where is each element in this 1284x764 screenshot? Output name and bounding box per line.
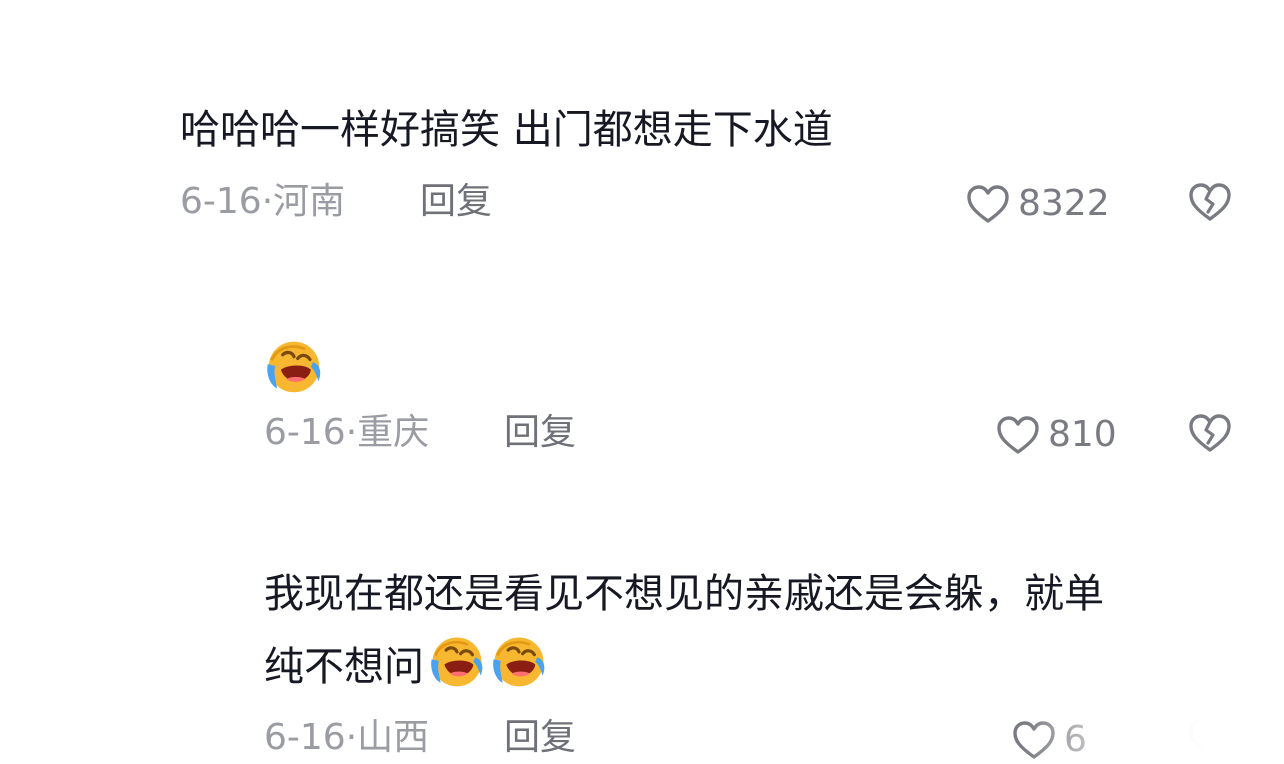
like-button[interactable]: 810 <box>994 411 1117 459</box>
fade-overlay <box>1024 712 1284 764</box>
comment-text: 哈哈哈一样好搞笑 出门都想走下水道 <box>180 107 833 153</box>
like-count: 810 <box>1048 414 1117 455</box>
reply-comment-item: 我现在都还是看见不想见的亲戚还是会躲，就单 纯不想问 6-16·山西 回复 6 <box>0 520 1284 764</box>
dislike-button[interactable] <box>1186 178 1234 226</box>
like-button[interactable]: 8322 <box>964 180 1110 228</box>
comment-date: 6-16 <box>264 717 346 758</box>
comment-text-line1: 我现在都还是看见不想见的亲戚还是会躲，就单 <box>264 571 1104 617</box>
comment-item: 哈哈哈一样好搞笑 出门都想走下水道 6-16·河南 回复 8322 <box>0 0 1284 260</box>
heart-outline-icon <box>964 180 1012 228</box>
meta-separator: · <box>345 717 358 758</box>
comment-location: 山西 <box>357 717 430 758</box>
broken-heart-icon <box>1186 409 1234 457</box>
crying-laughing-emoji <box>490 632 548 690</box>
comment-text-line2: 纯不想问 <box>264 632 548 696</box>
comment-date: 6-16 <box>264 412 346 453</box>
comment-date: 6-16 <box>180 181 262 222</box>
heart-outline-icon <box>994 411 1042 459</box>
crying-laughing-emoji <box>428 632 486 690</box>
reply-button[interactable]: 回复 <box>420 180 492 224</box>
comment-location: 河南 <box>273 181 346 222</box>
reply-comment-item: 6-16·重庆 回复 810 <box>0 260 1284 520</box>
meta-separator: · <box>345 412 358 453</box>
comment-text <box>264 336 324 396</box>
comment-meta: 6-16·山西 <box>264 716 429 760</box>
like-count: 8322 <box>1018 183 1110 224</box>
broken-heart-icon <box>1186 178 1234 226</box>
dislike-button[interactable] <box>1186 409 1234 457</box>
reply-button[interactable]: 回复 <box>504 411 576 455</box>
comment-meta: 6-16·重庆 <box>264 411 429 455</box>
crying-laughing-emoji <box>264 336 324 396</box>
comment-location: 重庆 <box>357 412 430 453</box>
meta-separator: · <box>261 181 274 222</box>
comment-text-content: 纯不想问 <box>264 644 424 690</box>
reply-button[interactable]: 回复 <box>504 716 576 760</box>
comment-meta: 6-16·河南 <box>180 180 345 224</box>
